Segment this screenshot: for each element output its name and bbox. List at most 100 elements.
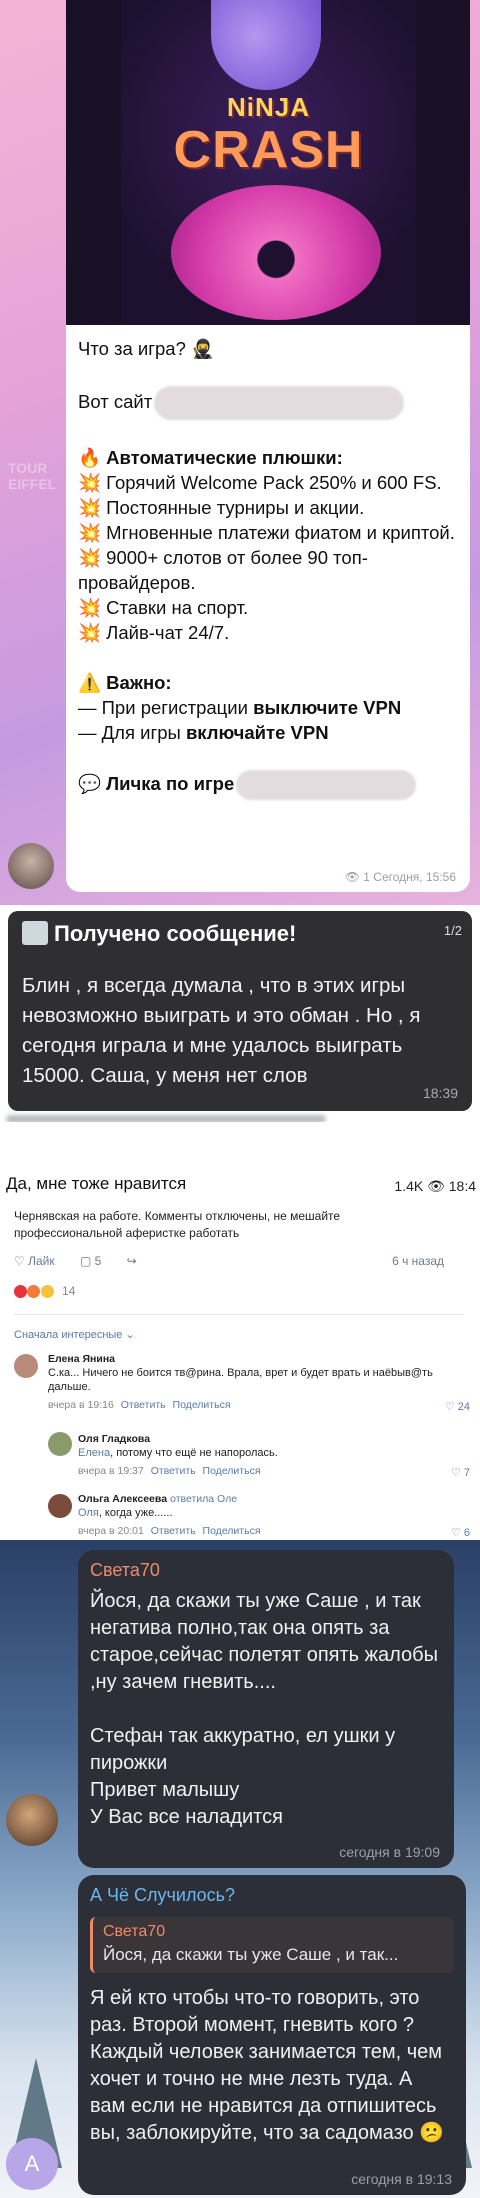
- avatar[interactable]: [48, 1494, 72, 1518]
- comment-footer: вчера в 19:16 Ответить Поделиться: [48, 1398, 468, 1412]
- comment-likes[interactable]: ♡ 24: [445, 1400, 470, 1413]
- comment-likes[interactable]: ♡ 6: [451, 1526, 470, 1539]
- blurred-contact[interactable]: [236, 770, 417, 800]
- comment-author[interactable]: Елена Янина: [48, 1352, 468, 1366]
- personal-label: 💬 Личка по игре: [78, 772, 235, 794]
- message-paragraph: Стефан так аккуратно, ел ушки у пирожки: [90, 1725, 396, 1774]
- personal-line: 💬 Личка по игре: [78, 770, 462, 800]
- reply-link[interactable]: Ответить: [121, 1399, 166, 1411]
- message-paragraph: У Вас все наладится: [90, 1806, 283, 1828]
- notification-section: Получено сообщение! 1/2 Блин , я всегда …: [0, 905, 480, 1123]
- vpn-line-2-bold: включайте VPN: [185, 722, 329, 743]
- sort-dropdown[interactable]: Сначала интересные ⌄: [14, 1328, 135, 1341]
- feature-item: 💥 Постоянные турниры и акции.: [78, 497, 365, 518]
- chat-section: Света70 Йося, да скажи ты уже Саше , и т…: [0, 1540, 480, 2198]
- message-time: сегодня в 19:13: [351, 2171, 452, 2187]
- notification-body: Блин , я всегда думала , что в этих игры…: [22, 974, 421, 1087]
- avatar[interactable]: [14, 1354, 38, 1378]
- feature-item: 💥 Мгновенные платежи фиатом и криптой.: [78, 522, 455, 543]
- important-heading: ⚠️ Важно:: [78, 672, 172, 693]
- notification-card[interactable]: Получено сообщение! 1/2 Блин , я всегда …: [8, 911, 472, 1111]
- views-counter: 1.4K 👁 18:4: [394, 1178, 476, 1194]
- comment-text: , когда уже......: [98, 1507, 173, 1519]
- reaction-count: 14: [62, 1284, 76, 1298]
- comment: Ольга Алексеева ответила Оле Оля, когда …: [78, 1492, 468, 1538]
- share-button[interactable]: ↪: [127, 1254, 137, 1268]
- laugh-reaction-icon: [40, 1285, 54, 1299]
- comment-footer: вчера в 20:01 Ответить Поделиться: [78, 1524, 468, 1538]
- comment-text: С.ка... Ничего не боится тв@рина. Врала,…: [48, 1367, 433, 1393]
- telegram-post-section: TOUR EIFFEL NiNJA CRASH Что за игра? 🥷 Во…: [0, 0, 480, 905]
- vpn-line-2-text: — Для игры: [78, 722, 186, 743]
- game-banner-image[interactable]: NiNJA CRASH: [66, 0, 470, 325]
- message-paragraph: Привет малышу: [90, 1779, 240, 1801]
- like-button[interactable]: ♡ Лайк: [14, 1254, 55, 1268]
- comment-date: вчера в 19:16: [48, 1399, 114, 1411]
- comment-footer: вчера в 19:37 Ответить Поделиться: [78, 1464, 468, 1478]
- blurred-link[interactable]: [154, 386, 405, 420]
- comment-author[interactable]: Ольга Алексеева: [78, 1493, 167, 1505]
- notification-title: Получено сообщение!: [54, 921, 297, 946]
- vpn-line-2: — Для игры включайте VPN: [78, 720, 462, 745]
- comment-text-line: Оля, когда уже......: [78, 1506, 468, 1520]
- reply-badge: ответила Оле: [170, 1493, 238, 1505]
- feature-item: 💥 Ставки на спорт.: [78, 597, 249, 618]
- channel-avatar[interactable]: [8, 843, 54, 889]
- quote-text: Йося, да скажи ты уже Саше , и так...: [103, 1945, 399, 1964]
- post-actions: ♡ Лайк ▢ 5 ↪ 6 ч назад: [14, 1254, 474, 1268]
- post-description: Чернявская на работе. Комменты отключены…: [14, 1209, 341, 1240]
- message-text: Йося, да скажи ты уже Саше , и так негат…: [90, 1588, 448, 1831]
- message-text: Я ей кто чтобы что-то говорить, это раз.…: [90, 1987, 445, 2144]
- message-bubble[interactable]: Света70 Йося, да скажи ты уже Саше , и т…: [78, 1550, 454, 1868]
- message-author[interactable]: А Чё Случилось?: [90, 1885, 235, 1906]
- comment-text-line: Елена, потому что ещё не напоролась.: [78, 1446, 468, 1460]
- features-heading: 🔥 Автоматические плюшки:: [78, 447, 343, 468]
- game-title-top: NiNJA: [226, 92, 310, 122]
- post-question: Что за игра? 🥷: [78, 338, 215, 359]
- site-label: Вот сайт: [78, 390, 153, 412]
- post-time: 6 ч назад: [392, 1254, 444, 1268]
- feature-item: 💥 9000+ слотов от более 90 топ-провайдер…: [78, 547, 368, 593]
- cupcake-graphic: [211, 0, 321, 90]
- game-art: NiNJA CRASH: [121, 0, 416, 325]
- reply-link[interactable]: Ответить: [151, 1525, 196, 1537]
- post-text: Что за игра? 🥷 Вот сайт 🔥 Автоматические…: [78, 336, 462, 800]
- donut-graphic: [171, 185, 381, 320]
- reactions[interactable]: 14: [14, 1284, 76, 1299]
- avatar[interactable]: А: [6, 2138, 58, 2190]
- post-bubble: NiNJA CRASH Что за игра? 🥷 Вот сайт 🔥 Ав…: [66, 0, 470, 892]
- comment-header: Ольга Алексеева ответила Оле: [78, 1492, 468, 1506]
- vpn-line-1-text: — При регистрации: [78, 697, 254, 718]
- message-author[interactable]: Света70: [90, 1560, 160, 1581]
- post-site-line: Вот сайт: [78, 386, 462, 420]
- vpn-line-1-bold: выключите VPN: [253, 697, 402, 718]
- notification-counter: 1/2: [443, 923, 462, 938]
- comment-author[interactable]: Оля Гладкова: [78, 1432, 468, 1446]
- divider: [14, 1314, 464, 1315]
- notification-time: 18:39: [422, 1085, 458, 1101]
- reply-link[interactable]: Ответить: [151, 1465, 196, 1477]
- post-meta: 👁 1 Сегодня, 15:56: [344, 870, 456, 884]
- message-bubble[interactable]: А Чё Случилось? Света70 Йося, да скажи т…: [78, 1875, 466, 2195]
- comment-button[interactable]: ▢ 5: [80, 1254, 101, 1268]
- angry-reaction-icon: [27, 1285, 41, 1299]
- vpn-line-1: — При регистрации выключите VPN: [78, 695, 462, 720]
- reply-quote[interactable]: Света70 Йося, да скажи ты уже Саше , и т…: [90, 1917, 454, 1973]
- share-link[interactable]: Поделиться: [203, 1525, 261, 1537]
- reply-mention[interactable]: Елена: [78, 1447, 110, 1459]
- message-time: сегодня в 19:09: [339, 1844, 440, 1860]
- comment-date: вчера в 20:01: [78, 1525, 144, 1537]
- comment-date: вчера в 19:37: [78, 1465, 144, 1477]
- avatar[interactable]: [48, 1432, 72, 1456]
- avatar[interactable]: [6, 1794, 58, 1846]
- comment-likes[interactable]: ♡ 7: [451, 1466, 470, 1479]
- reply-mention[interactable]: Оля: [78, 1507, 99, 1519]
- comments-section: Да, мне тоже нравится 1.4K 👁 18:4 Черняв…: [0, 1122, 480, 1540]
- feature-item: 💥 Лайв-чат 24/7.: [78, 622, 230, 643]
- share-link[interactable]: Поделиться: [203, 1465, 261, 1477]
- background-doodle: TOUR EIFFEL: [8, 460, 57, 492]
- envelope-icon: [22, 921, 48, 945]
- comment: Елена Янина С.ка... Ничего не боится тв@…: [48, 1352, 468, 1412]
- comment-text: , потому что ещё не напоролась.: [110, 1447, 278, 1459]
- share-link[interactable]: Поделиться: [173, 1399, 231, 1411]
